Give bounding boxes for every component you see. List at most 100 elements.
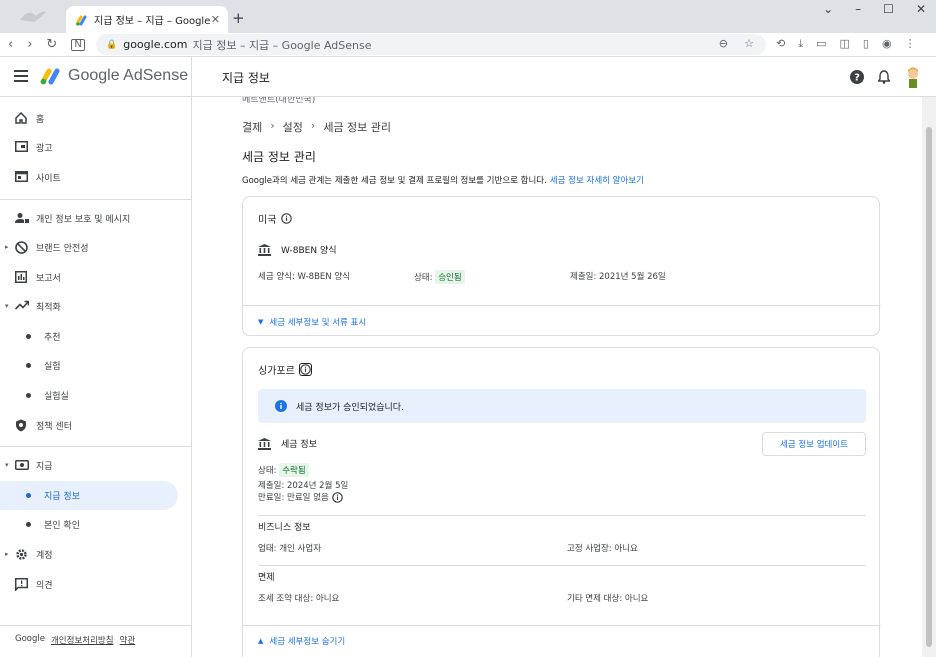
chevron-right-icon: › (270, 119, 275, 132)
info-icon[interactable] (332, 491, 343, 503)
notifications-bell-icon[interactable] (878, 70, 890, 84)
status-row: 상태: 승인됨 (414, 270, 465, 284)
sidebar-item-labs[interactable]: 실험실 (0, 381, 178, 410)
policy-icon (15, 419, 27, 432)
sidebar-item-privacy[interactable]: 개인 정보 보호 및 메시지 (0, 204, 178, 233)
sidebar-item-label: 사이트 (36, 174, 61, 184)
download-icon[interactable]: ⤓ (798, 37, 803, 51)
approved-info-banner: 세금 정보가 승인되었습니다. (258, 389, 866, 423)
sidebar-item-label: 보고서 (36, 274, 61, 284)
back-icon[interactable]: ‹ (8, 37, 13, 52)
address-bar[interactable]: 🔒 google.com 지급 정보 – 지급 – Google AdSense… (96, 34, 766, 55)
sidebar-item-recommendations[interactable]: 추천 (0, 322, 178, 351)
cast-icon[interactable]: ▭ (816, 37, 826, 51)
sidebar-item-account[interactable]: ▸ 계정 (0, 540, 178, 569)
avatar[interactable] (904, 66, 922, 88)
fixed-place: 고정 사업장: 아니요 (567, 544, 638, 554)
bullet-dot (26, 393, 31, 398)
window-close-icon[interactable]: ✕ (916, 2, 926, 16)
treaty-status: 조세 조약 대상: 아니요 (258, 594, 340, 604)
breadcrumb-settings[interactable]: 설정 (283, 119, 303, 135)
sidebar-item-label: 개인 정보 보호 및 메시지 (36, 215, 131, 225)
scrollbar[interactable] (922, 97, 936, 657)
sidebar-item-optimization[interactable]: ▾ 최적화 (0, 292, 178, 321)
more-menu-icon[interactable]: ⋮ (905, 37, 916, 51)
sidebar-item-brand-safety[interactable]: ▸ 브랜드 안전성 (0, 233, 178, 262)
other-exemption: 기타 면제 대상: 아니요 (567, 594, 649, 604)
expand-arrow-icon[interactable]: ▸ (5, 243, 9, 251)
show-details-toggle[interactable]: ▼ 세금 세부정보 및 서류 표시 (258, 316, 366, 328)
sidepanel-icon[interactable]: ▯ (863, 37, 869, 51)
info-filled-icon (275, 400, 287, 412)
url-host: google.com (123, 38, 188, 51)
new-tab-icon[interactable]: + (232, 9, 245, 27)
sidebar-item-payments[interactable]: ▾ 지급 (0, 451, 178, 480)
status-row: 상태: 수락됨 (258, 463, 309, 477)
sidebar-item-experiments[interactable]: 실험 (0, 351, 178, 380)
sidebar-divider (0, 446, 192, 447)
business-info-heading: 비즈니스 정보 (258, 523, 311, 533)
status-badge: 수락됨 (279, 463, 309, 477)
bullet-dot (26, 363, 31, 368)
maximize-icon[interactable]: ☐ (883, 2, 894, 16)
country-heading: 미국 (258, 211, 293, 226)
minimize-icon[interactable]: – (855, 2, 861, 16)
section-divider (258, 565, 866, 566)
status-badge: 승인됨 (435, 270, 465, 284)
browser-tab[interactable]: 지급 정보 – 지급 – Google AdSe ✕ (66, 6, 228, 33)
collapse-arrow-icon[interactable]: ▾ (5, 461, 9, 469)
privacy-icon (15, 212, 29, 224)
scrollbar-thumb[interactable] (926, 127, 932, 647)
update-tax-info-button[interactable]: 세금 정보 업데이트 (762, 432, 866, 456)
sidebar-item-home[interactable]: 홈 (0, 104, 178, 133)
sidebar-nav: 홈 광고 사이트 개인 정보 보호 및 메시지 ▸ 브랜드 안전성 보고서 ▾ … (0, 97, 192, 657)
sidebar-item-label: 광고 (36, 144, 53, 154)
section-divider (258, 515, 866, 516)
sg-tax-card: 싱가포르 세금 정보가 승인되었습니다. 세금 정보 세금 정보 업데이트 상태… (242, 347, 881, 657)
chevron-right-icon: › (310, 119, 316, 132)
sidebar-item-feedback[interactable]: 의견 (0, 570, 178, 599)
sidebar-item-sites[interactable]: 사이트 (0, 163, 178, 192)
forward-icon[interactable]: › (27, 37, 32, 52)
privacy-policy-link[interactable]: 개인정보처리방침 (51, 634, 114, 646)
notes-icon[interactable]: N (71, 39, 85, 51)
bookmark-star-icon[interactable]: ☆ (744, 37, 754, 50)
zoom-icon[interactable]: ⊖ (719, 37, 728, 50)
sidebar-item-label: 실험실 (44, 392, 69, 402)
info-icon[interactable] (298, 363, 312, 376)
learn-more-link[interactable]: 세금 정보 자세히 알아보기 (550, 176, 644, 186)
info-icon[interactable] (281, 213, 293, 224)
toggle-label: 세금 세부정보 숨기기 (269, 637, 346, 647)
help-icon[interactable]: ? (850, 70, 864, 84)
sidebar-item-label: 브랜드 안전성 (36, 244, 89, 254)
breadcrumb: 결제 › 설정 › 세금 정보 관리 (242, 119, 391, 135)
tab-search-icon[interactable]: ⌄ (823, 2, 833, 16)
expand-arrow-icon[interactable]: ▸ (5, 550, 9, 558)
status-label: 상태: (258, 466, 277, 476)
breadcrumb-payments[interactable]: 결제 (242, 119, 262, 135)
tax-form-label: 세금 양식: W-8BEN 양식 (258, 272, 350, 282)
terms-link[interactable]: 약관 (120, 634, 136, 646)
screenshot-icon[interactable]: ◫ (840, 37, 850, 51)
sidebar-item-ads[interactable]: 광고 (0, 133, 178, 162)
hide-details-toggle[interactable]: ▲ 세금 세부정보 숨기기 (258, 635, 345, 647)
tab-close-icon[interactable]: ✕ (211, 13, 220, 26)
reload-icon[interactable]: ↻ (46, 37, 57, 52)
block-icon (15, 241, 28, 254)
sidebar-item-payment-info[interactable]: 지급 정보 (0, 481, 178, 510)
sidebar-item-label: 정책 센터 (36, 422, 72, 432)
sidebar-item-reports[interactable]: 보고서 (0, 263, 178, 292)
main-content: 메트앤트(대한민국) 결제 › 설정 › 세금 정보 관리 세금 정보 관리 G… (192, 97, 922, 657)
bank-icon (258, 437, 271, 450)
collapse-arrow-icon[interactable]: ▾ (5, 302, 9, 310)
sidebar-item-verification[interactable]: 본인 확인 (0, 510, 178, 539)
bullet-dot (26, 493, 31, 498)
profile-icon[interactable]: ◉ (882, 37, 892, 51)
sidebar-item-policy-center[interactable]: 정책 센터 (0, 411, 178, 440)
adsense-logo[interactable]: Google AdSense (40, 67, 188, 85)
toggle-label: 세금 세부정보 및 서류 표시 (269, 318, 367, 328)
hamburger-menu-icon[interactable] (14, 70, 28, 82)
payments-icon (15, 459, 29, 470)
extension-icon[interactable]: ⟲ (776, 37, 785, 51)
adsense-favicon-icon (76, 14, 88, 26)
